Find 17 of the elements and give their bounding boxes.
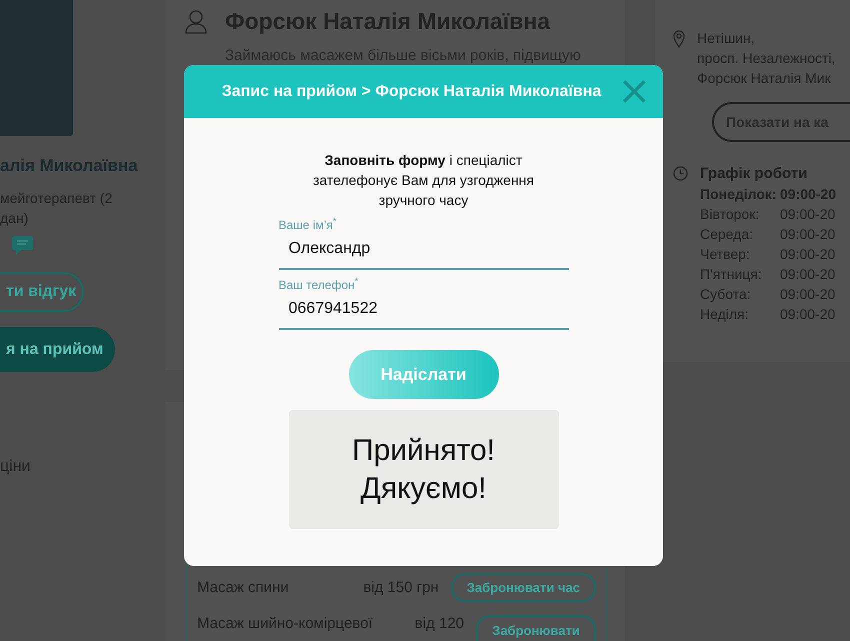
chat-icon <box>12 236 33 255</box>
book-time-button[interactable]: Забронювати <box>476 615 596 641</box>
input-field[interactable]: 0667941522 <box>278 292 568 330</box>
user-icon <box>185 10 207 34</box>
field-label: Ваш телефон$^{*}$ <box>278 276 360 292</box>
dialog-title: Запис на прийом > Форсюк Наталія Миколаївна <box>222 82 602 100</box>
input-field[interactable]: Олександр <box>278 232 568 270</box>
close-button[interactable]: × <box>617 73 651 109</box>
submit-button[interactable]: Надіслати <box>348 350 498 399</box>
review-button[interactable]: ти відгук <box>0 272 84 312</box>
field-label: Ваше ім’я$^{*}$ <box>278 216 338 232</box>
book-time-button[interactable]: Забронювати час <box>450 572 596 602</box>
form-intro-text: Заповніть форму і спеціаліст зателефонує Вам для узгодження зручного часу <box>312 151 535 210</box>
success-message: Прийнято! Дякуємо! <box>351 432 496 506</box>
clock-icon <box>673 166 688 181</box>
book-button[interactable]: я на прийом <box>0 327 115 372</box>
location-pin-icon <box>673 30 685 48</box>
